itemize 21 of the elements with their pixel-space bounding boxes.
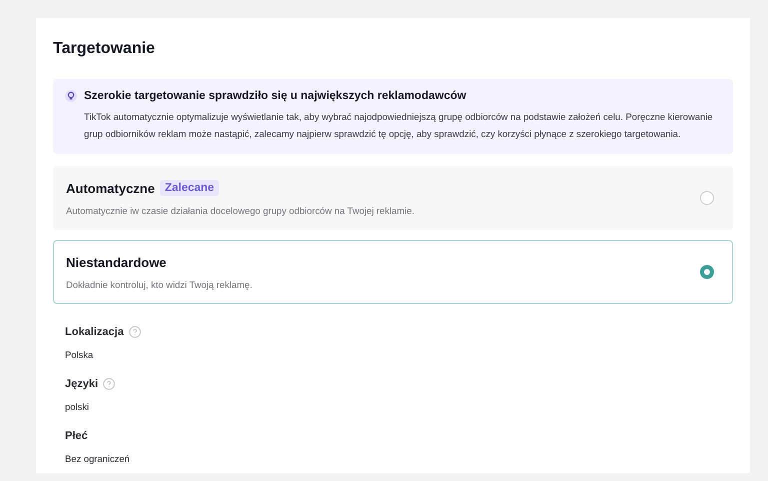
- field-label: Płeć: [65, 430, 88, 442]
- help-icon[interactable]: [128, 326, 141, 338]
- recommended-badge: Zalecane: [160, 180, 220, 196]
- field-value: Bez ograniczeń: [65, 453, 131, 464]
- banner-text: TikTok automatycznie optymalizuje wyświetlanie tak, aby wybrać najodpowiedniejszą grupę odbiorców na podstawie założeń celu. Poręczne kierowanie grup odbiorników reklam może nastąpić, zalecamy najpierw sprawdzić tę opcję, aby sprawdzić, czy korzyści płynące z szerokiego targetowania.: [84, 110, 714, 141]
- field-label: Lokalizacja: [65, 326, 124, 338]
- lightbulb-icon: [65, 90, 77, 102]
- option-title: Niestandardowe: [66, 254, 166, 270]
- option-card[interactable]: Automatyczne Zalecane Automatycznie iw czasie działania docelowego grupy odbiorców na Twojej reklamie.: [53, 166, 733, 230]
- option-card[interactable]: Niestandardowe Dokładnie kontroluj, kto widzi Twoją reklamę.: [53, 240, 733, 304]
- section-title: Targetowanie: [53, 40, 156, 58]
- help-icon[interactable]: [103, 378, 116, 390]
- option-description: Dokładnie kontroluj, kto widzi Twoją reklamę.: [66, 279, 254, 290]
- field-value: polski: [65, 401, 90, 412]
- radio-button[interactable]: [700, 190, 714, 204]
- field-label: Języki: [65, 378, 98, 390]
- banner-title: Szerokie targetowanie sprawdziło się u największych reklamodawców: [84, 90, 466, 102]
- field-value: Polska: [65, 349, 94, 360]
- option-description: Automatycznie iw czasie działania docelowego grupy odbiorców na Twojej reklamie.: [66, 205, 416, 216]
- radio-button[interactable]: [700, 264, 714, 278]
- option-title: Automatyczne: [66, 180, 155, 196]
